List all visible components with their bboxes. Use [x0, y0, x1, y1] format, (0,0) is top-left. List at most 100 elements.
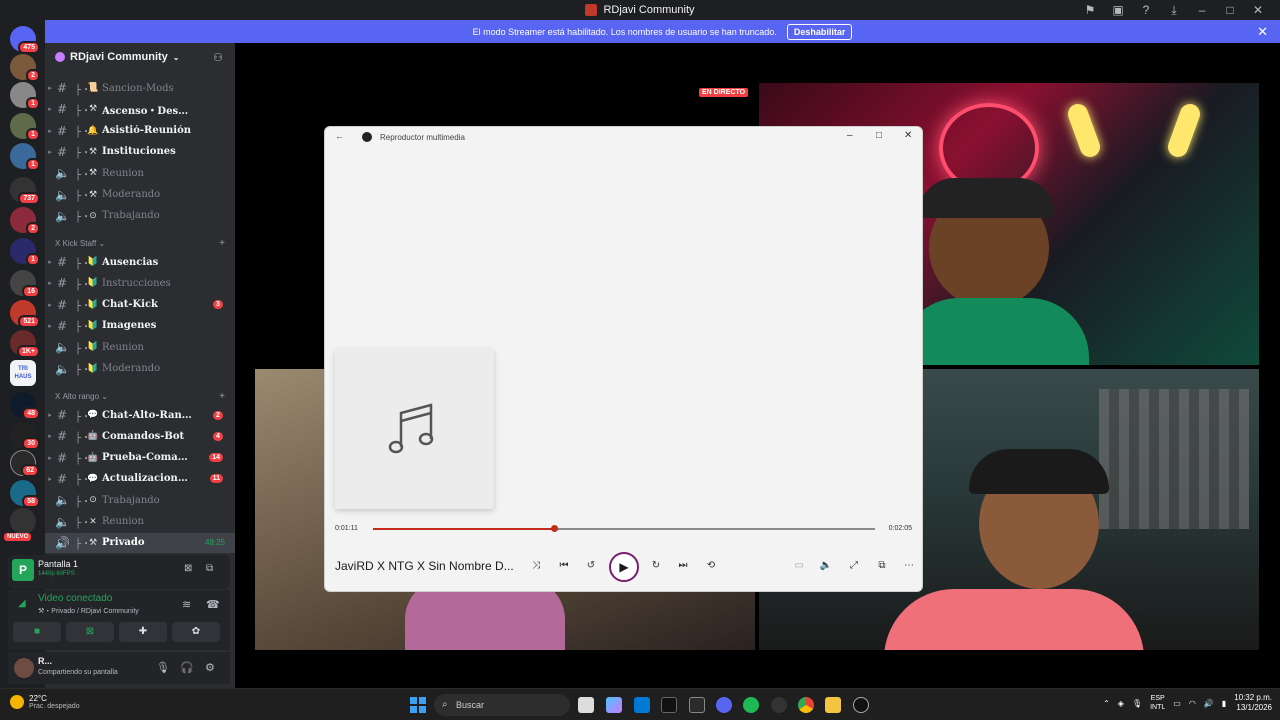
gear-icon[interactable]: ⚙	[205, 661, 215, 674]
banner-close-icon[interactable]: ✕	[1257, 24, 1268, 40]
channel-item[interactable]: 🔈 ├・ ✕ Reunion	[45, 512, 235, 532]
activities-button[interactable]: ✚	[119, 622, 167, 642]
noise-suppression-icon[interactable]: ≋	[182, 598, 191, 611]
channel-item[interactable]: ▸ # ├・ 🔰 Chat-Kick 3	[45, 295, 235, 315]
channel-item[interactable]: 🔈 ├・ ⊙ Trabajando	[45, 490, 235, 510]
channel-item[interactable]: ▸# ├・⚒ Ascenso・Descenso	[45, 99, 235, 119]
shuffle-icon[interactable]: ⤨	[527, 560, 545, 571]
camera-button[interactable]: ■	[13, 622, 61, 642]
category-alto-rango[interactable]: X Alto rango ⌄ +	[55, 391, 225, 402]
server-icon[interactable]: 62	[10, 450, 39, 477]
share-screen-button[interactable]: ⊠	[66, 622, 114, 642]
server-icon[interactable]: 30	[10, 422, 40, 450]
next-icon[interactable]: ⏭	[674, 560, 692, 571]
spotify-icon[interactable]	[743, 697, 759, 713]
expand-caret-icon[interactable]: ▸	[45, 411, 55, 419]
channel-item[interactable]: 🔈 ├・ 🔰 Moderando	[45, 359, 235, 379]
channel-item[interactable]: ▸ # ├・ 📜 Sancion-Mods	[45, 78, 235, 98]
server-icon[interactable]: 737	[10, 177, 40, 205]
expand-caret-icon[interactable]: ▸	[45, 432, 55, 440]
mini-player-icon[interactable]: ⧉	[873, 560, 891, 571]
forward-30-icon[interactable]: ↻	[647, 560, 665, 571]
play-button[interactable]: ▶	[609, 552, 639, 582]
server-icon[interactable]: 2	[10, 54, 40, 82]
channel-item[interactable]: ▸ # ├・ 💬 Actualizaciones... 11	[45, 469, 235, 489]
file-explorer-icon[interactable]	[825, 697, 841, 713]
add-channel-icon[interactable]: +	[219, 238, 225, 249]
channel-item[interactable]: ▸ # ├・ ⚒ Instituciones	[45, 142, 235, 162]
seek-bar[interactable]	[373, 525, 875, 532]
add-channel-icon[interactable]: +	[219, 391, 225, 402]
channel-item[interactable]: ▸ # ├・ 🔰 Instrucciones	[45, 273, 235, 293]
volume-icon[interactable]: 🔈	[817, 560, 835, 571]
expand-caret-icon[interactable]: ▸	[45, 475, 55, 483]
help-icon[interactable]: ?	[1132, 3, 1160, 18]
expand-caret-icon[interactable]: ▸	[45, 301, 55, 309]
direct-messages-icon[interactable]: 475	[10, 26, 40, 54]
headphones-icon[interactable]: 🎧	[180, 661, 194, 674]
server-icon[interactable]: 16	[10, 270, 40, 298]
copilot-icon[interactable]	[606, 697, 622, 713]
capcut-icon[interactable]	[661, 697, 677, 713]
expand-caret-icon[interactable]: ▸	[45, 322, 55, 330]
repeat-off-icon[interactable]: ⟲	[702, 560, 720, 571]
channel-item[interactable]: ▸ # ├・ 🔔 Asistió-Reunión	[45, 121, 235, 141]
app-icon[interactable]	[689, 697, 705, 713]
channel-item[interactable]: ▸ # ├・ 🤖 Comandos-Bot 4	[45, 426, 235, 446]
voice-state[interactable]: Video conectado	[38, 593, 112, 604]
store-icon[interactable]	[634, 697, 650, 713]
server-icon[interactable]: 2	[10, 207, 40, 235]
inbox-icon[interactable]: ⚑	[1076, 3, 1104, 18]
clock[interactable]: 10:32 p.m. 13/1/2026	[1234, 693, 1272, 713]
channel-item[interactable]: 🔈 ├・ 🔰 Reunion	[45, 337, 235, 357]
minimize-button[interactable]: –	[1188, 3, 1216, 18]
trihaus-server-icon[interactable]: TRI HAUS	[10, 360, 36, 386]
expand-caret-icon[interactable]: ▸	[45, 148, 55, 156]
channel-item[interactable]: 🔊 ├・ ⚒ Privado 48:25	[45, 532, 235, 553]
previous-icon[interactable]: ⏮	[555, 560, 573, 571]
more-options-icon[interactable]: ⋯	[900, 560, 918, 571]
network-tray-icon[interactable]: ◈	[1118, 699, 1124, 708]
server-icon[interactable]	[10, 508, 36, 534]
channel-item[interactable]: 🔈 ├・ ⚒ Moderando	[45, 185, 235, 205]
expand-caret-icon[interactable]: ▸	[45, 127, 55, 135]
microphone-icon[interactable]: 🎙	[156, 661, 170, 674]
screen-icon[interactable]: ▣	[1104, 3, 1132, 18]
media-player-taskbar-icon[interactable]	[853, 697, 869, 713]
server-icon[interactable]: 1K+	[10, 330, 40, 358]
channel-item[interactable]: ▸ # ├・ 🔰 Imagenes	[45, 316, 235, 336]
download-icon[interactable]: ⤓	[1160, 3, 1188, 18]
server-icon[interactable]: 1	[10, 238, 40, 266]
weather-widget[interactable]: 22°C Prac. despejado	[10, 694, 80, 710]
seek-thumb[interactable]	[550, 525, 558, 532]
subtitles-icon[interactable]: ▭	[790, 560, 808, 571]
taskbar-search[interactable]: ⌕ Buscar	[434, 694, 570, 716]
close-button[interactable]: ✕	[1244, 3, 1272, 18]
rewind-10-icon[interactable]: ↺	[582, 560, 600, 571]
disable-streamer-button[interactable]: Deshabilitar	[786, 23, 853, 40]
discord-icon[interactable]	[716, 697, 732, 713]
battery-icon[interactable]: ▮	[1222, 699, 1226, 708]
expand-caret-icon[interactable]: ▸	[45, 454, 55, 462]
language-indicator[interactable]: ESP INTL	[1150, 694, 1165, 712]
server-icon[interactable]: 1	[10, 113, 40, 141]
task-view-icon[interactable]	[578, 697, 594, 713]
expand-caret-icon[interactable]: ▸	[45, 84, 55, 92]
server-icon[interactable]: 1	[10, 143, 40, 171]
avatar[interactable]	[14, 658, 34, 678]
channel-item[interactable]: 🔈 ├・ ⊙ Trabajando	[45, 206, 235, 226]
player-close-button[interactable]: ✕	[904, 130, 912, 141]
windows-start-icon[interactable]	[410, 697, 426, 713]
display-tray-icon[interactable]: ▭	[1173, 699, 1181, 708]
back-arrow-icon[interactable]: ←	[335, 131, 344, 141]
screen-thumb[interactable]: P	[12, 559, 34, 581]
add-member-icon[interactable]: ⚇	[213, 51, 223, 64]
app-icon[interactable]	[771, 697, 787, 713]
expand-caret-icon[interactable]: ▸	[45, 258, 55, 266]
expand-caret-icon[interactable]: ▸	[45, 105, 55, 113]
fullscreen-icon[interactable]: ⤢	[845, 560, 863, 571]
maximize-button[interactable]: □	[1216, 3, 1244, 18]
channel-item[interactable]: ▸ # ├・ 💬 Chat-Alto-Rango 2	[45, 405, 235, 425]
server-icon[interactable]: 1	[10, 82, 40, 110]
channel-item[interactable]: ▸ # ├・ 🤖 Prueba-Comando 14	[45, 448, 235, 468]
